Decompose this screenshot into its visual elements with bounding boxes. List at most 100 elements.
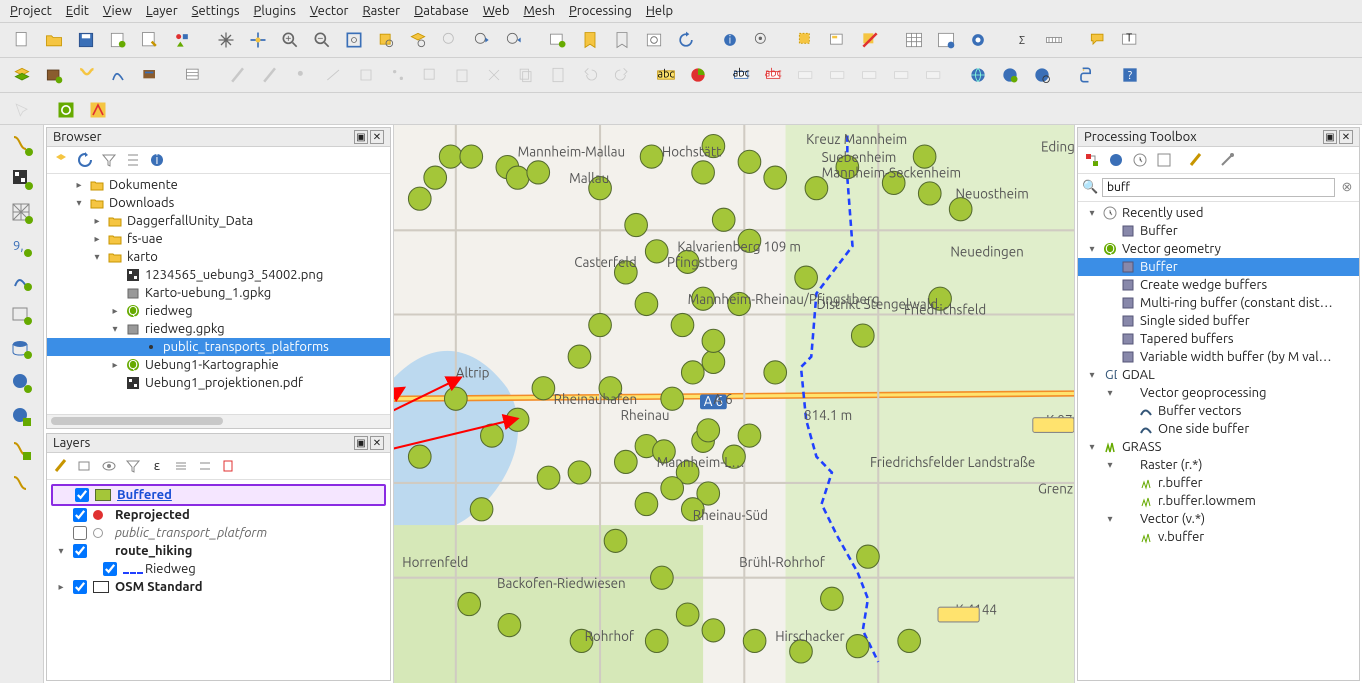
add-virtual-icon[interactable] bbox=[8, 301, 36, 329]
layers-collapse-icon[interactable] bbox=[195, 456, 215, 476]
menu-web[interactable]: Web bbox=[483, 4, 510, 18]
toolbox-item[interactable]: v.buffer bbox=[1078, 528, 1359, 546]
field-calc-icon[interactable] bbox=[932, 26, 960, 54]
toolbox-model-icon[interactable] bbox=[1082, 150, 1102, 170]
bookmarks-icon[interactable] bbox=[608, 26, 636, 54]
action-icon[interactable] bbox=[748, 26, 776, 54]
toggle-editing-icon[interactable] bbox=[180, 61, 208, 89]
toolbox-item[interactable]: Buffer vectors bbox=[1078, 402, 1359, 420]
toolbox-tree[interactable]: ▾Recently usedBuffer▾QVector geometryBuf… bbox=[1078, 202, 1359, 680]
toolbox-item[interactable]: Variable width buffer (by M val… bbox=[1078, 348, 1359, 366]
toolbox-item[interactable]: Tapered buffers bbox=[1078, 330, 1359, 348]
layout-manager-icon[interactable] bbox=[136, 26, 164, 54]
toolbox-history-icon[interactable] bbox=[1130, 150, 1150, 170]
browser-item[interactable]: ▸fs-uae bbox=[47, 230, 390, 248]
toolbox-item[interactable]: r.buffer bbox=[1078, 474, 1359, 492]
labels-abc-icon[interactable]: abc bbox=[652, 61, 680, 89]
toolbox-edit-icon[interactable] bbox=[1186, 150, 1206, 170]
layer-visibility-checkbox[interactable] bbox=[73, 508, 87, 522]
toolbox-close-icon[interactable]: ✕ bbox=[1339, 130, 1353, 144]
browser-collapse-icon[interactable] bbox=[123, 150, 143, 170]
browser-item[interactable]: ▾Downloads bbox=[47, 194, 390, 212]
layers-list[interactable]: BufferedReprojectedpublic_transport_plat… bbox=[47, 480, 390, 600]
new-gpkg-icon[interactable] bbox=[40, 61, 68, 89]
layers-expand-icon[interactable] bbox=[171, 456, 191, 476]
menu-layer[interactable]: Layer bbox=[146, 4, 178, 18]
new-bookmark-icon[interactable] bbox=[576, 26, 604, 54]
toolbox-item[interactable]: ▾Vector (v.*) bbox=[1078, 510, 1359, 528]
new-virtual-icon[interactable] bbox=[136, 61, 164, 89]
add-wms-icon[interactable] bbox=[8, 369, 36, 397]
open-attr-table-icon[interactable] bbox=[900, 26, 928, 54]
refresh-icon[interactable] bbox=[672, 26, 700, 54]
menu-help[interactable]: Help bbox=[646, 4, 673, 18]
menu-processing[interactable]: Processing bbox=[569, 4, 632, 18]
browser-item[interactable]: ▸QUebung1-Kartographie bbox=[47, 356, 390, 374]
toolbox-item[interactable]: ▾Raster (r.*) bbox=[1078, 456, 1359, 474]
edits-icon[interactable] bbox=[8, 61, 36, 89]
new-shapefile-icon[interactable] bbox=[72, 61, 100, 89]
add-xyz-icon[interactable] bbox=[8, 403, 36, 431]
browser-item[interactable]: ▸DaggerfallUnity_Data bbox=[47, 212, 390, 230]
select-features-icon[interactable] bbox=[792, 26, 820, 54]
toolbox-item[interactable]: r.buffer.lowmem bbox=[1078, 492, 1359, 510]
style-manager-icon[interactable] bbox=[168, 26, 196, 54]
browser-scrollbar[interactable] bbox=[47, 414, 390, 428]
help-icon[interactable]: ? bbox=[1116, 61, 1144, 89]
menu-plugins[interactable]: Plugins bbox=[254, 4, 296, 18]
toolbox-results-icon[interactable] bbox=[1154, 150, 1174, 170]
new-print-layout-icon[interactable] bbox=[104, 26, 132, 54]
search-clear-icon[interactable]: ⊗ bbox=[1339, 180, 1355, 195]
menu-project[interactable]: Project bbox=[10, 4, 52, 18]
toolbox-options-icon[interactable] bbox=[1218, 150, 1238, 170]
add-mesh-icon[interactable] bbox=[8, 199, 36, 227]
pin-labels-icon[interactable]: abc bbox=[760, 61, 788, 89]
save-icon[interactable] bbox=[72, 26, 100, 54]
quickosm-icon[interactable] bbox=[52, 96, 80, 124]
menu-settings[interactable]: Settings bbox=[192, 4, 240, 18]
map-canvas[interactable]: A 6HochstättMannheim-MallauKreuz Mannhei… bbox=[394, 125, 1074, 683]
layers-expression-icon[interactable]: ε bbox=[147, 456, 167, 476]
menu-raster[interactable]: Raster bbox=[362, 4, 400, 18]
python-console-icon[interactable] bbox=[1072, 61, 1100, 89]
toolbox-item[interactable]: ▾GRASS bbox=[1078, 438, 1359, 456]
new-map-view-icon[interactable] bbox=[544, 26, 572, 54]
toolbox-item[interactable]: Create wedge buffers bbox=[1078, 276, 1359, 294]
pan-icon[interactable] bbox=[212, 26, 240, 54]
toolbox-item[interactable]: ▾QVector geometry bbox=[1078, 240, 1359, 258]
toolbox-item[interactable]: Single sided buffer bbox=[1078, 312, 1359, 330]
layers-undock-icon[interactable]: ▣ bbox=[354, 436, 368, 450]
add-wcs-icon[interactable] bbox=[8, 437, 36, 465]
diagram-icon[interactable] bbox=[684, 61, 712, 89]
toolbox-undock-icon[interactable]: ▣ bbox=[1323, 130, 1337, 144]
browser-item[interactable]: public_transports_platforms bbox=[47, 338, 390, 356]
browser-undock-icon[interactable]: ▣ bbox=[354, 130, 368, 144]
layer-visibility-checkbox[interactable] bbox=[103, 562, 117, 576]
browser-filter-icon[interactable] bbox=[99, 150, 119, 170]
stats-icon[interactable]: Σ bbox=[1008, 26, 1036, 54]
new-project-icon[interactable] bbox=[8, 26, 36, 54]
layer-visibility-checkbox[interactable] bbox=[73, 580, 87, 594]
pan-to-selection-icon[interactable] bbox=[244, 26, 272, 54]
browser-item[interactable]: Uebung1_projektionen.pdf bbox=[47, 374, 390, 392]
zoom-out-icon[interactable] bbox=[308, 26, 336, 54]
select-by-value-icon[interactable] bbox=[824, 26, 852, 54]
new-spatialite-icon[interactable] bbox=[104, 61, 132, 89]
layers-close-icon[interactable]: ✕ bbox=[370, 436, 384, 450]
toolbox-python-icon[interactable] bbox=[1106, 150, 1126, 170]
toolbox-search-input[interactable] bbox=[1102, 178, 1335, 197]
zoom-full-icon[interactable] bbox=[340, 26, 368, 54]
layers-remove-icon[interactable] bbox=[219, 456, 239, 476]
add-spatialite-icon[interactable] bbox=[8, 267, 36, 295]
toolbox-item[interactable]: Buffer bbox=[1078, 222, 1359, 240]
layer-row[interactable]: ▾route_hiking bbox=[51, 542, 386, 560]
add-raster-icon[interactable] bbox=[8, 165, 36, 193]
toolbox-item[interactable]: Buffer bbox=[1078, 258, 1359, 276]
temporal-icon[interactable] bbox=[640, 26, 668, 54]
identify-icon[interactable]: i bbox=[716, 26, 744, 54]
layer-row[interactable]: public_transport_platform bbox=[51, 524, 386, 542]
menu-mesh[interactable]: Mesh bbox=[523, 4, 555, 18]
layer-visibility-checkbox[interactable] bbox=[73, 526, 87, 540]
layer-visibility-checkbox[interactable] bbox=[73, 544, 87, 558]
menu-edit[interactable]: Edit bbox=[66, 4, 89, 18]
